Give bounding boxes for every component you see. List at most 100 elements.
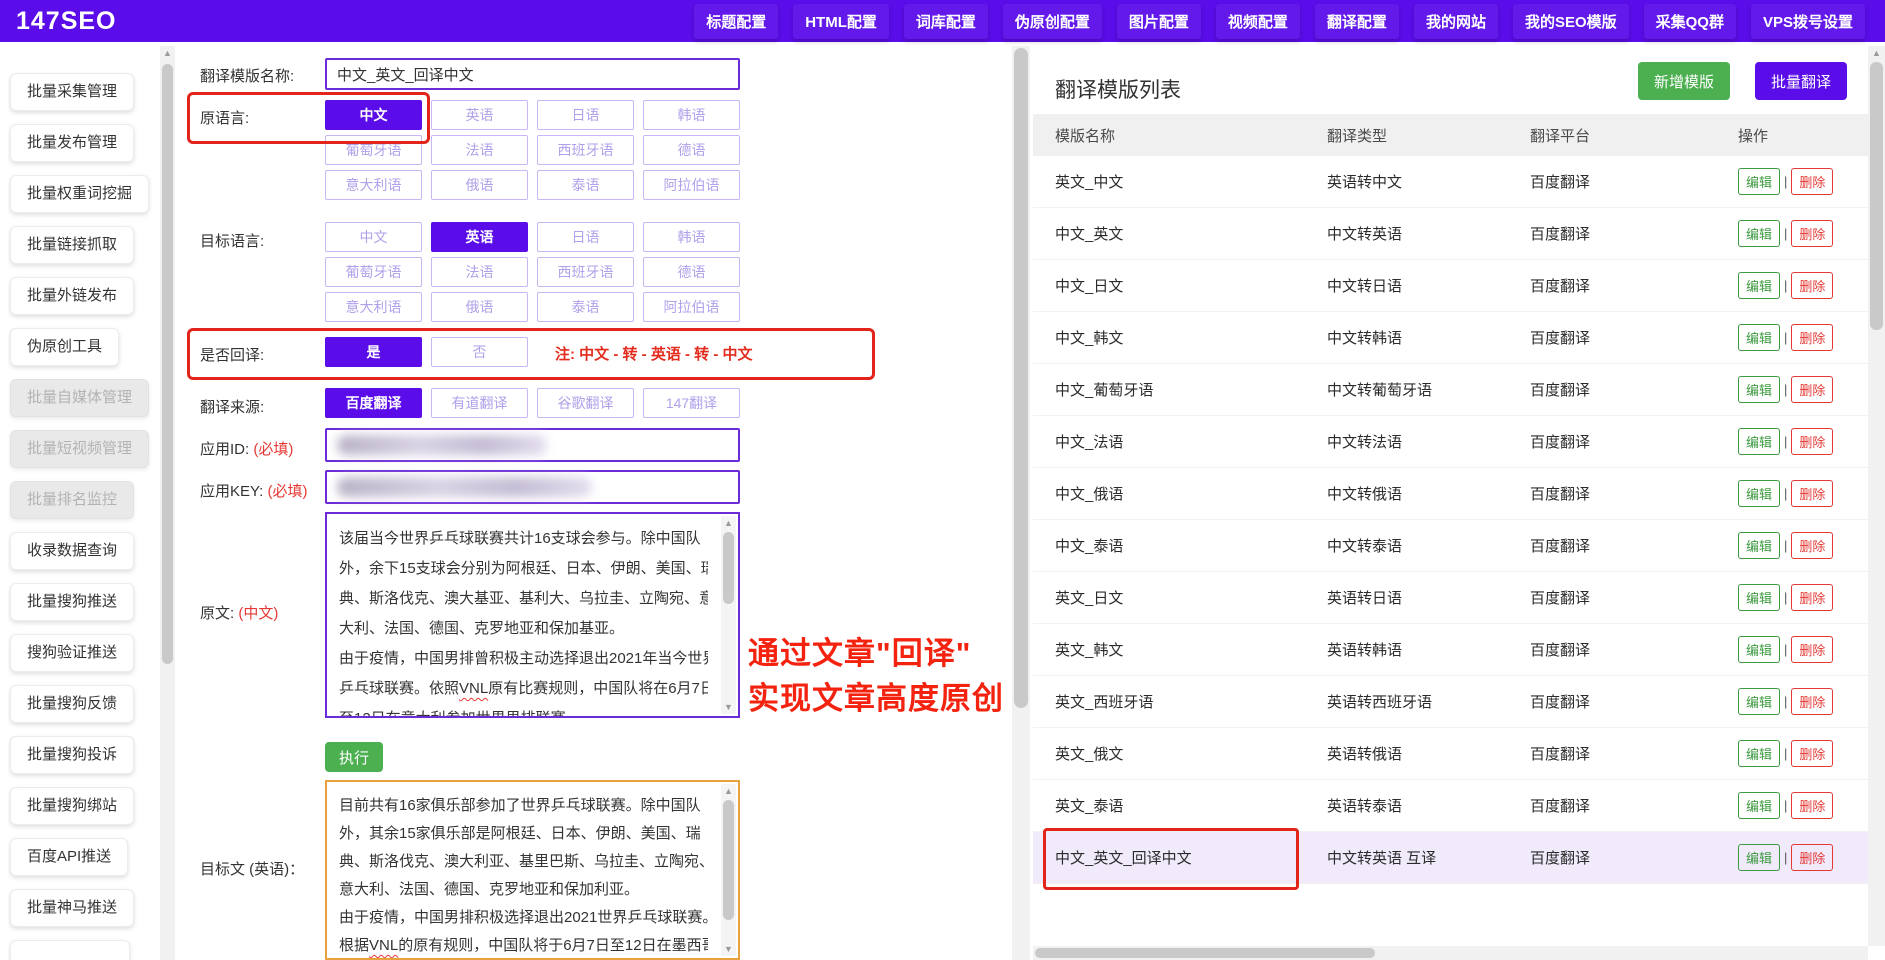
- nav-menu-item[interactable]: 标题配置: [694, 4, 778, 39]
- translate-source-option[interactable]: 147翻译: [643, 388, 740, 418]
- edit-button[interactable]: 编辑: [1738, 272, 1780, 299]
- delete-button[interactable]: 删除: [1791, 168, 1833, 195]
- source-lang-option[interactable]: 意大利语: [325, 170, 422, 200]
- app-id-input[interactable]: [325, 428, 740, 462]
- sidebar-button[interactable]: 伪原创工具: [10, 328, 119, 366]
- target-lang-option[interactable]: 泰语: [537, 292, 634, 322]
- back-translate-option[interactable]: 是: [325, 337, 422, 367]
- nav-menu-item[interactable]: 我的网站: [1414, 4, 1498, 39]
- scroll-down-icon[interactable]: ▼: [721, 700, 736, 714]
- nav-menu-item[interactable]: 伪原创配置: [1003, 4, 1102, 39]
- delete-button[interactable]: 删除: [1791, 532, 1833, 559]
- scrollbar-thumb[interactable]: [723, 800, 734, 920]
- add-template-button[interactable]: 新增模版: [1638, 62, 1730, 100]
- scroll-up-icon[interactable]: ▲: [160, 46, 175, 60]
- scroll-up-icon[interactable]: ▲: [1868, 46, 1885, 60]
- delete-button[interactable]: 删除: [1791, 584, 1833, 611]
- target-textarea[interactable]: 目前共有16家俱乐部参加了世界乒乓球联赛。除中国队 外，其余15家俱乐部是阿根廷…: [325, 780, 740, 960]
- sidebar-button[interactable]: 搜狗验证推送: [10, 634, 134, 672]
- delete-button[interactable]: 删除: [1791, 428, 1833, 455]
- edit-button[interactable]: 编辑: [1738, 532, 1780, 559]
- edit-button[interactable]: 编辑: [1738, 220, 1780, 247]
- sidebar-button[interactable]: [10, 940, 130, 960]
- source-lang-option[interactable]: 英语: [431, 100, 528, 130]
- sidebar-scrollbar[interactable]: ▲: [160, 46, 175, 960]
- scroll-up-icon[interactable]: ▲: [721, 516, 736, 530]
- form-panel-scrollbar[interactable]: [1012, 46, 1030, 960]
- batch-translate-button[interactable]: 批量翻译: [1755, 62, 1847, 100]
- delete-button[interactable]: 删除: [1791, 272, 1833, 299]
- source-lang-option[interactable]: 阿拉伯语: [643, 170, 740, 200]
- target-lang-option[interactable]: 韩语: [643, 222, 740, 252]
- horizontal-scrollbar[interactable]: [1033, 946, 1868, 960]
- scrollbar-thumb[interactable]: [162, 64, 173, 664]
- source-lang-option[interactable]: 西班牙语: [537, 135, 634, 165]
- target-lang-option[interactable]: 西班牙语: [537, 257, 634, 287]
- source-lang-option[interactable]: 泰语: [537, 170, 634, 200]
- nav-menu-item[interactable]: 视频配置: [1216, 4, 1300, 39]
- source-lang-option[interactable]: 中文: [325, 100, 422, 130]
- scrollbar-thumb[interactable]: [1870, 62, 1883, 330]
- sidebar-button[interactable]: 百度API推送: [10, 838, 128, 876]
- nav-menu-item[interactable]: 采集QQ群: [1644, 4, 1736, 39]
- nav-menu-item[interactable]: 我的SEO模版: [1513, 4, 1629, 39]
- edit-button[interactable]: 编辑: [1738, 792, 1780, 819]
- nav-menu-item[interactable]: 词库配置: [904, 4, 988, 39]
- source-lang-option[interactable]: 韩语: [643, 100, 740, 130]
- delete-button[interactable]: 删除: [1791, 792, 1833, 819]
- delete-button[interactable]: 删除: [1791, 636, 1833, 663]
- source-lang-option[interactable]: 俄语: [431, 170, 528, 200]
- target-lang-option[interactable]: 意大利语: [325, 292, 422, 322]
- target-lang-option[interactable]: 德语: [643, 257, 740, 287]
- scrollbar-thumb[interactable]: [1035, 948, 1375, 958]
- nav-menu-item[interactable]: 翻译配置: [1315, 4, 1399, 39]
- edit-button[interactable]: 编辑: [1738, 844, 1780, 871]
- translate-source-option[interactable]: 百度翻译: [325, 388, 422, 418]
- edit-button[interactable]: 编辑: [1738, 428, 1780, 455]
- source-lang-option[interactable]: 葡萄牙语: [325, 135, 422, 165]
- sidebar-button[interactable]: 批量发布管理: [10, 124, 134, 162]
- right-panel-scrollbar[interactable]: ▲: [1868, 46, 1885, 946]
- edit-button[interactable]: 编辑: [1738, 324, 1780, 351]
- sidebar-button[interactable]: 批量外链发布: [10, 277, 134, 315]
- delete-button[interactable]: 删除: [1791, 844, 1833, 871]
- sidebar-button[interactable]: 批量搜狗绑站: [10, 787, 134, 825]
- edit-button[interactable]: 编辑: [1738, 688, 1780, 715]
- delete-button[interactable]: 删除: [1791, 324, 1833, 351]
- sidebar-button[interactable]: 批量搜狗反馈: [10, 685, 134, 723]
- sidebar-button[interactable]: 批量自媒体管理: [10, 379, 149, 417]
- template-name-input[interactable]: 中文_英文_回译中文: [325, 58, 740, 90]
- delete-button[interactable]: 删除: [1791, 480, 1833, 507]
- sidebar-button[interactable]: 收录数据查询: [10, 532, 134, 570]
- target-lang-option[interactable]: 日语: [537, 222, 634, 252]
- app-key-input[interactable]: [325, 470, 740, 504]
- sidebar-button[interactable]: 批量短视频管理: [10, 430, 149, 468]
- scrollbar-thumb[interactable]: [1014, 48, 1028, 708]
- source-lang-option[interactable]: 日语: [537, 100, 634, 130]
- delete-button[interactable]: 删除: [1791, 688, 1833, 715]
- translate-source-option[interactable]: 有道翻译: [431, 388, 528, 418]
- edit-button[interactable]: 编辑: [1738, 168, 1780, 195]
- target-lang-option[interactable]: 阿拉伯语: [643, 292, 740, 322]
- nav-menu-item[interactable]: VPS拨号设置: [1751, 4, 1865, 39]
- source-lang-option[interactable]: 德语: [643, 135, 740, 165]
- target-lang-option[interactable]: 中文: [325, 222, 422, 252]
- translate-source-option[interactable]: 谷歌翻译: [537, 388, 634, 418]
- target-textarea-scrollbar[interactable]: ▲ ▼: [721, 784, 736, 956]
- sidebar-button[interactable]: 批量排名监控: [10, 481, 134, 519]
- edit-button[interactable]: 编辑: [1738, 480, 1780, 507]
- nav-menu-item[interactable]: 图片配置: [1117, 4, 1201, 39]
- source-lang-option[interactable]: 法语: [431, 135, 528, 165]
- nav-menu-item[interactable]: HTML配置: [793, 4, 889, 39]
- target-lang-option[interactable]: 英语: [431, 222, 528, 252]
- target-lang-option[interactable]: 俄语: [431, 292, 528, 322]
- scroll-up-icon[interactable]: ▲: [721, 784, 736, 798]
- sidebar-button[interactable]: 批量搜狗推送: [10, 583, 134, 621]
- sidebar-button[interactable]: 批量神马推送: [10, 889, 134, 927]
- delete-button[interactable]: 删除: [1791, 740, 1833, 767]
- delete-button[interactable]: 删除: [1791, 220, 1833, 247]
- edit-button[interactable]: 编辑: [1738, 376, 1780, 403]
- scrollbar-thumb[interactable]: [723, 532, 734, 604]
- sidebar-button[interactable]: 批量搜狗投诉: [10, 736, 134, 774]
- original-textarea[interactable]: 该届当今世界乒乓球联赛共计16支球会参与。除中国队 外，余下15支球会分别为阿根…: [325, 512, 740, 718]
